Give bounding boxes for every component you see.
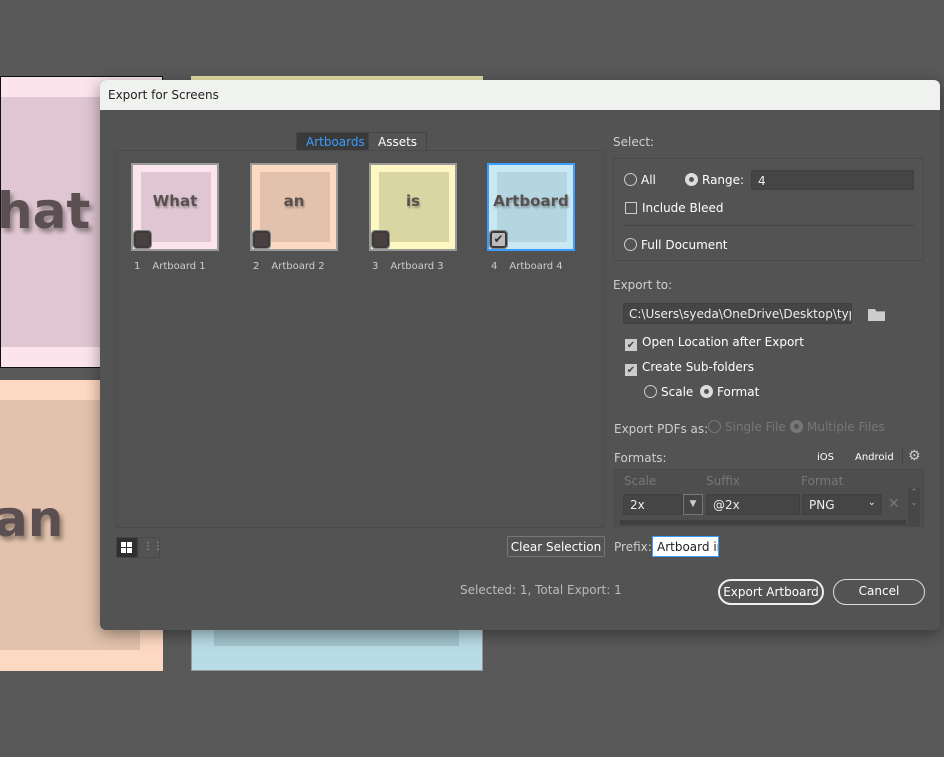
format-select-value: PNG [809,498,835,512]
radio-format[interactable]: Format [700,385,759,399]
scale-dropdown-button[interactable]: ▼ [683,494,703,515]
thumbnail-text: Artboard [493,192,569,210]
radio-single-file: Single File [708,420,786,434]
artboard-number: 4 [491,261,498,272]
artboard-checkbox[interactable] [252,230,271,249]
formats-scrollbar[interactable]: ⌃ ⌄ [908,488,920,526]
suffix-input[interactable]: @2x [706,494,800,515]
cancel-button[interactable]: Cancel [833,579,925,605]
artboard-number: 3 [372,261,379,272]
multiple-files-label: Multiple Files [807,420,885,434]
prefix-label: Prefix: [614,540,652,554]
tab-artboards[interactable]: Artboards [296,132,375,151]
create-subfolders-checkbox[interactable]: ✔ Create Sub-folders [625,360,754,376]
artboard-number: 1 [134,261,141,272]
radio-all-label: All [641,173,656,187]
export-path-input[interactable]: C:\Users\syeda\OneDrive\Desktop\typer [623,303,852,324]
radio-scale-label: Scale [661,385,694,399]
artboard-thumbnail[interactable]: What [131,163,219,251]
canvas-artboard-word: hat [0,182,91,240]
tab-assets[interactable]: Assets [368,132,428,151]
radio-all[interactable]: All [624,173,656,187]
formats-separator [902,448,903,464]
thumbnail-text: What [152,192,198,210]
remove-format-icon[interactable]: ✕ [888,496,900,512]
single-file-label: Single File [725,420,786,434]
artboard-thumbnail[interactable]: is [369,163,457,251]
grid-view-button[interactable] [116,537,138,558]
dialog-title: Export for Screens [100,80,940,110]
format-select[interactable]: PNG ⌄ [802,494,882,515]
include-bleed-check-icon [625,202,637,214]
format-header: Format [801,474,844,488]
radio-scale-icon [644,385,657,398]
export-to-label: Export to: [613,278,673,292]
artboard-name: Artboard 2 [271,261,325,272]
settings-gear-icon[interactable]: ⚙ [908,448,921,464]
radio-full-document-icon [624,238,637,251]
selection-status: Selected: 1, Total Export: 1 [460,583,622,597]
open-location-checkbox[interactable]: ✔ Open Location after Export [625,335,804,351]
list-view-icon: ⋮⋮ [143,541,163,552]
artboard-grid-panel: What 1 Artboard 1 an 2 Artboard 2 is 3 Artb… [115,150,605,528]
artboard-checkbox[interactable] [371,230,390,249]
android-button[interactable]: Android [855,452,894,463]
thumbnail-text: an [283,192,305,210]
radio-range-label: Range: [702,173,745,187]
export-artboard-button[interactable]: Export Artboard [718,579,824,605]
open-location-label: Open Location after Export [642,335,804,349]
scale-input[interactable]: 2x [623,494,683,515]
chevron-down-icon: ⌄ [867,497,876,508]
artboard-label: 1 Artboard 1 [134,261,206,272]
formats-label: Formats: [614,451,667,465]
create-subfolders-label: Create Sub-folders [642,360,754,374]
radio-scale[interactable]: Scale [644,385,693,399]
artboard-number: 2 [253,261,260,272]
artboard-checkbox[interactable] [133,230,152,249]
thumbnail-text: is [405,192,421,210]
export-for-screens-dialog: Export for Screens Artboards Assets What… [100,80,940,630]
artboard-name: Artboard 1 [152,261,206,272]
artboard-checkbox-checked[interactable]: ✔ [489,230,508,249]
radio-single-file-icon [708,420,721,433]
include-bleed-checkbox[interactable]: Include Bleed [625,201,723,215]
range-input[interactable]: 4 [751,170,914,190]
artboard-label: 2 Artboard 2 [253,261,325,272]
artboard-name: Artboard 3 [390,261,444,272]
radio-range[interactable]: Range: [685,173,744,187]
radio-multiple-files-icon [790,420,803,433]
scale-header: Scale [624,474,657,488]
create-subfolders-check-icon: ✔ [625,364,637,376]
list-view-button[interactable]: ⋮⋮ [138,537,163,558]
formats-hscroll[interactable] [620,520,906,525]
full-document-label: Full Document [641,238,728,252]
artboard-name: Artboard 4 [509,261,563,272]
radio-multiple-files: Multiple Files [790,420,885,434]
include-bleed-label: Include Bleed [642,201,724,215]
radio-range-icon [685,173,698,186]
artboard-label: 4 Artboard 4 [491,261,563,272]
clear-selection-button[interactable]: Clear Selection [507,536,605,557]
radio-all-icon [624,173,637,186]
prefix-input[interactable]: Artboard ir [652,536,719,557]
grid-view-icon [121,542,133,553]
radio-format-icon [700,385,713,398]
suffix-header: Suffix [706,474,740,488]
artboard-thumbnail[interactable]: an [250,163,338,251]
canvas-artboard-word: an [0,490,64,548]
export-pdfs-label: Export PDFs as: [614,422,709,436]
radio-full-document[interactable]: Full Document [624,238,728,252]
artboard-label: 3 Artboard 3 [372,261,444,272]
folder-icon[interactable] [868,309,885,321]
artboard-thumbnail-selected[interactable]: Artboard ✔ [487,163,575,251]
radio-format-label: Format [717,385,760,399]
ios-button[interactable]: iOS [817,452,834,463]
divider [624,225,914,226]
open-location-check-icon: ✔ [625,339,637,351]
select-label: Select: [613,135,655,149]
